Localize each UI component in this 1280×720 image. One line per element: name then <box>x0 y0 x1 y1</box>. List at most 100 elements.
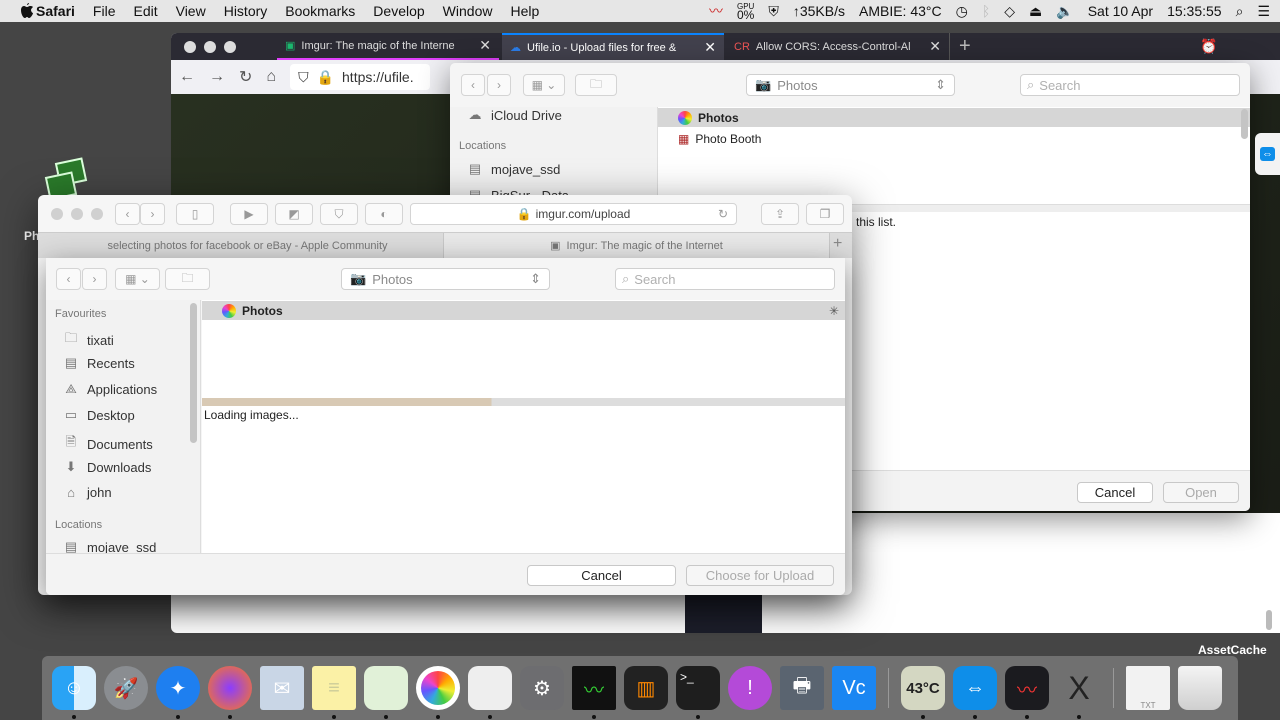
menu-file[interactable]: File <box>84 3 125 19</box>
new-folder-button[interactable]: 🗀 <box>165 268 210 290</box>
tab-ufile[interactable]: ☁ Ufile.io - Upload files for free & ✕ <box>502 33 724 60</box>
sidebar-item-tixati[interactable]: 🗀 tixati <box>62 329 113 351</box>
dock-trash-icon[interactable] <box>1178 666 1222 710</box>
dock-teamviewer-icon[interactable]: ⇔ <box>953 666 997 719</box>
share-button[interactable]: ⇪ <box>761 203 799 225</box>
dock-finder-icon[interactable]: ☺ <box>52 666 96 719</box>
sidebar-scrollbar[interactable] <box>190 303 197 443</box>
dock-activity-monitor-icon[interactable]: 〰 <box>572 666 616 719</box>
control-center-icon[interactable]: ☰ <box>1257 3 1270 20</box>
minimize-window-button[interactable] <box>71 208 83 220</box>
network-speed[interactable]: ↑35KB/s <box>793 3 845 19</box>
gpu-graph-icon[interactable]: 〰 <box>709 1 723 21</box>
menu-view[interactable]: View <box>167 3 215 19</box>
page-scrollbar[interactable] <box>1266 610 1272 630</box>
menu-bookmarks[interactable]: Bookmarks <box>276 3 364 19</box>
forward-button[interactable]: › <box>140 203 165 225</box>
close-tab-icon[interactable]: ✕ <box>929 38 941 55</box>
tab-apple-community[interactable]: selecting photos for facebook or eBay - … <box>46 233 444 258</box>
dock-safari-icon[interactable]: ✦ <box>156 666 200 719</box>
dock-system-preferences-icon[interactable]: ⚙ <box>520 666 564 710</box>
sidebar-item-applications[interactable]: ⟁ Applications <box>62 381 157 397</box>
sidebar-button[interactable]: ▯ <box>176 203 214 225</box>
dock-notes-icon[interactable]: ≡ <box>312 666 356 719</box>
menu-help[interactable]: Help <box>501 3 548 19</box>
sidebar-item-mojave-ssd[interactable]: ▤ mojave_ssd <box>466 161 561 177</box>
reload-icon[interactable]: ↻ <box>239 67 252 87</box>
tab-imgur[interactable]: ▣ Imgur: The magic of the Internet <box>444 233 830 258</box>
menu-develop[interactable]: Develop <box>364 3 433 19</box>
new-tab-icon[interactable]: + <box>959 35 971 58</box>
close-window-button[interactable] <box>184 41 196 53</box>
cancel-button[interactable]: Cancel <box>527 565 676 586</box>
search-input[interactable]: ⌕ Search <box>1020 74 1240 96</box>
list-scrollbar[interactable] <box>1241 109 1248 139</box>
ambient-temp[interactable]: AMBIE: 43°C <box>859 3 942 19</box>
sidebar-item-recents[interactable]: ▤ Recents <box>62 355 135 371</box>
split-divider[interactable] <box>202 398 845 406</box>
view-options-button[interactable]: ▦ ⌄ <box>523 74 565 96</box>
zoom-window-button[interactable] <box>224 41 236 53</box>
dock-stats-icon[interactable]: 〰 <box>1005 666 1049 719</box>
cancel-button[interactable]: Cancel <box>1077 482 1153 503</box>
home-icon[interactable]: ⌂ <box>266 68 276 86</box>
asset-cache-label[interactable]: AssetCache <box>1198 643 1267 657</box>
view-options-button[interactable]: ▦ ⌄ <box>115 268 160 290</box>
close-tab-icon[interactable]: ✕ <box>704 39 716 56</box>
sidebar-item-downloads[interactable]: ⬇ Downloads <box>62 459 152 475</box>
sidebar-item-desktop[interactable]: ▭ Desktop <box>62 407 135 423</box>
dock-txt-file-icon[interactable]: TXT <box>1126 666 1170 710</box>
menu-history[interactable]: History <box>215 3 277 19</box>
dock-vnc-viewer-icon[interactable]: Vc <box>832 666 876 710</box>
dock-printer-icon[interactable]: 🖶 <box>780 666 824 710</box>
dark-mode-button[interactable]: ◐ <box>365 203 403 225</box>
search-input[interactable]: ⌕ Search <box>615 268 835 290</box>
list-item-photos[interactable]: Photos ✳ <box>202 301 845 320</box>
zoom-window-button[interactable] <box>91 208 103 220</box>
time-machine-icon[interactable]: ◷ <box>956 3 968 20</box>
sidebar-item-icloud[interactable]: ☁ iCloud Drive <box>466 107 562 123</box>
dock-firefox-icon[interactable] <box>208 666 252 719</box>
dock-photos-icon[interactable] <box>416 666 460 719</box>
adguard-button[interactable]: ⛉ <box>320 203 358 225</box>
tab-imgur[interactable]: ▣ Imgur: The magic of the Interne ✕ <box>277 33 499 60</box>
back-button[interactable]: ‹ <box>115 203 140 225</box>
eject-icon[interactable]: ⏏ <box>1029 3 1042 20</box>
choose-for-upload-button[interactable]: Choose for Upload <box>686 565 834 586</box>
bluetooth-icon[interactable]: ᛒ <box>982 3 990 19</box>
list-item-photo-booth[interactable]: ▦ Photo Booth <box>658 129 1250 148</box>
close-tab-icon[interactable]: ✕ <box>479 37 491 54</box>
clock[interactable]: 15:35:55 <box>1167 3 1222 19</box>
teamviewer-side-tab[interactable]: ⇔ <box>1255 133 1280 175</box>
reload-icon[interactable]: ↻ <box>718 207 728 221</box>
dock-launchpad-icon[interactable]: 🚀 <box>104 666 148 710</box>
open-button[interactable]: Open <box>1163 482 1239 503</box>
minimize-window-button[interactable] <box>204 41 216 53</box>
dock-photo-booth-icon[interactable] <box>468 666 512 719</box>
back-button[interactable]: ‹ <box>461 74 485 96</box>
menu-window[interactable]: Window <box>434 3 502 19</box>
menu-app[interactable]: Safari <box>27 3 84 19</box>
extension-play-button[interactable]: ▶ <box>230 203 268 225</box>
tab-cors[interactable]: CR Allow CORS: Access-Control-Al ✕ <box>726 33 950 60</box>
forward-button[interactable]: › <box>82 268 107 290</box>
dock-feedback-icon[interactable]: ! <box>728 666 772 710</box>
sidebar-item-john[interactable]: ⌂ john <box>62 485 112 500</box>
dock-tixati-icon[interactable]: ▥ <box>624 666 668 710</box>
dock-terminal-icon[interactable]: >_ <box>676 666 720 719</box>
tabs-overview-button[interactable]: ❐ <box>806 203 844 225</box>
url-bar[interactable]: ⛉ 🔒 https://ufile. <box>290 64 431 90</box>
new-tab-icon[interactable]: + <box>833 235 842 253</box>
desktop-photo-app-icon[interactable] <box>44 157 107 201</box>
sidebar-item-documents[interactable]: 🗎 Documents <box>62 433 153 455</box>
pip-button[interactable]: ◩ <box>275 203 313 225</box>
spotlight-icon[interactable]: ⌕ <box>1236 3 1244 20</box>
source-popup[interactable]: 📷 Photos ⇕ <box>746 74 955 96</box>
volume-icon[interactable]: 🔈 <box>1056 3 1073 20</box>
back-icon[interactable]: ← <box>179 68 195 86</box>
reminder-icon[interactable]: ⏰ <box>1200 38 1217 55</box>
dock-temperature-icon[interactable]: 43°C <box>901 666 945 719</box>
forward-icon[interactable]: → <box>209 68 225 86</box>
back-button[interactable]: ‹ <box>56 268 81 290</box>
dock-xquartz-icon[interactable]: X <box>1057 666 1101 719</box>
